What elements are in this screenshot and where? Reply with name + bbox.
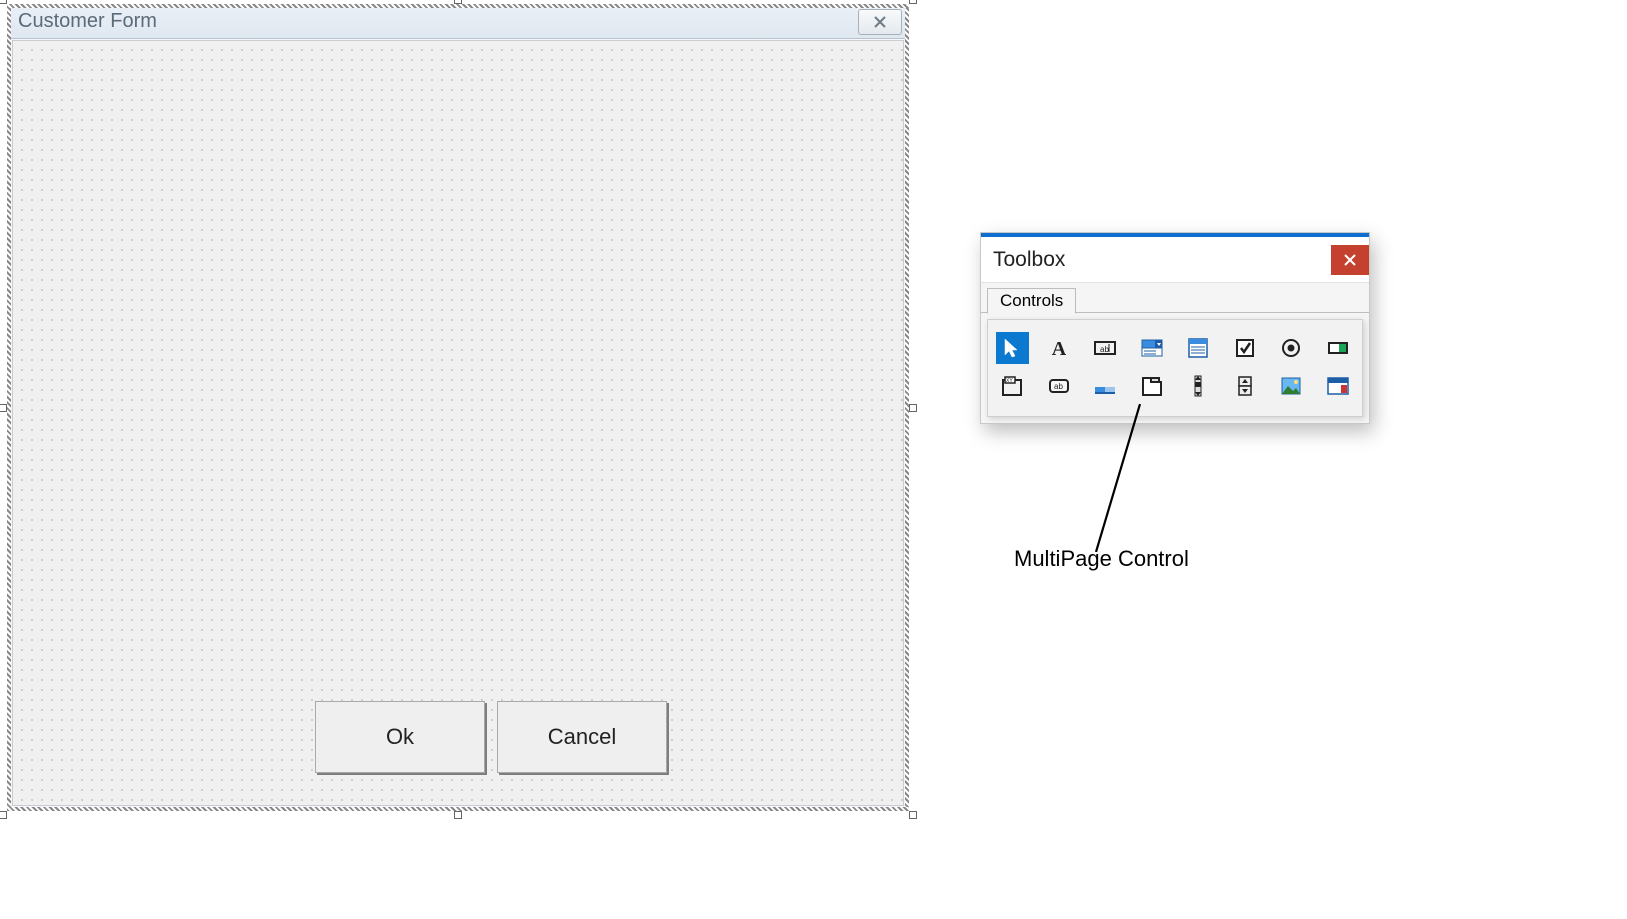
listbox-icon: [1185, 336, 1211, 360]
checkbox-icon: [1232, 336, 1258, 360]
toolbox-controls-panel: A ab: [987, 319, 1363, 417]
textbox-icon: ab: [1092, 336, 1118, 360]
tool-togglebutton[interactable]: [1322, 332, 1355, 364]
spin-icon: [1232, 374, 1258, 398]
tool-label[interactable]: A: [1043, 332, 1076, 364]
resize-handle-tr[interactable]: [909, 0, 917, 4]
userform-title: Customer Form: [18, 10, 858, 33]
svg-text:ab: ab: [1100, 345, 1109, 354]
resize-handle-bc[interactable]: [454, 811, 462, 819]
userform-designer[interactable]: Customer Form Ok Cancel: [3, 0, 913, 815]
tool-listbox[interactable]: [1182, 332, 1215, 364]
image-icon: [1278, 374, 1304, 398]
resize-handle-bl[interactable]: [0, 811, 7, 819]
button-icon: ab: [1046, 374, 1072, 398]
resize-handle-mr[interactable]: [909, 404, 917, 412]
ok-button[interactable]: Ok: [315, 701, 485, 773]
label-icon: A: [1046, 336, 1072, 360]
pointer-icon: [999, 336, 1025, 360]
radio-icon: [1278, 336, 1304, 360]
toolbox-title: Toolbox: [993, 248, 1331, 272]
userform-body[interactable]: Ok Cancel: [12, 40, 904, 806]
annotation-label: MultiPage Control: [1014, 546, 1189, 572]
toolbox-row-1: A ab: [996, 332, 1354, 364]
tool-frame[interactable]: XY: [996, 370, 1029, 402]
userform-close-button[interactable]: [858, 9, 902, 35]
tool-multipage[interactable]: [1136, 370, 1169, 402]
resize-handle-tl[interactable]: [0, 0, 7, 4]
tool-scrollbar[interactable]: [1182, 370, 1215, 402]
refedit-icon: [1325, 374, 1351, 398]
tool-commandbutton[interactable]: ab: [1043, 370, 1076, 402]
close-icon: [1344, 254, 1356, 266]
toolbox-window[interactable]: Toolbox Controls A ab: [980, 232, 1370, 424]
tool-optionbutton[interactable]: [1275, 332, 1308, 364]
userform-titlebar[interactable]: Customer Form: [8, 5, 908, 39]
resize-handle-ml[interactable]: [0, 404, 7, 412]
toolbox-tabbar: Controls: [981, 283, 1369, 313]
resize-handle-tc[interactable]: [454, 0, 462, 4]
tool-select-objects[interactable]: [996, 332, 1029, 364]
tool-tabstrip[interactable]: [1089, 370, 1122, 402]
close-icon: [873, 15, 887, 29]
cancel-button[interactable]: Cancel: [497, 701, 667, 773]
svg-text:A: A: [1052, 338, 1067, 360]
tool-image[interactable]: [1275, 370, 1308, 402]
multipage-icon: [1139, 374, 1165, 398]
tool-combobox[interactable]: [1136, 332, 1169, 364]
tool-refedit[interactable]: [1322, 370, 1355, 402]
svg-text:XY: XY: [1006, 378, 1013, 384]
resize-handle-br[interactable]: [909, 811, 917, 819]
annotation-line: [1092, 404, 1162, 552]
toolbox-row-2: XY ab: [996, 370, 1354, 402]
toolbox-tab-controls[interactable]: Controls: [987, 288, 1076, 314]
combobox-icon: [1139, 336, 1165, 360]
scrollbar-icon: [1185, 374, 1211, 398]
tool-checkbox[interactable]: [1229, 332, 1262, 364]
tool-spinbutton[interactable]: [1229, 370, 1262, 402]
toolbox-close-button[interactable]: [1331, 245, 1369, 275]
tabstrip-icon: [1092, 374, 1118, 398]
frame-icon: XY: [999, 374, 1025, 398]
svg-text:ab: ab: [1054, 382, 1063, 391]
tool-textbox[interactable]: ab: [1089, 332, 1122, 364]
toolbox-titlebar[interactable]: Toolbox: [981, 237, 1369, 283]
toggle-icon: [1325, 336, 1351, 360]
userform-frame: Customer Form Ok Cancel: [7, 4, 909, 811]
